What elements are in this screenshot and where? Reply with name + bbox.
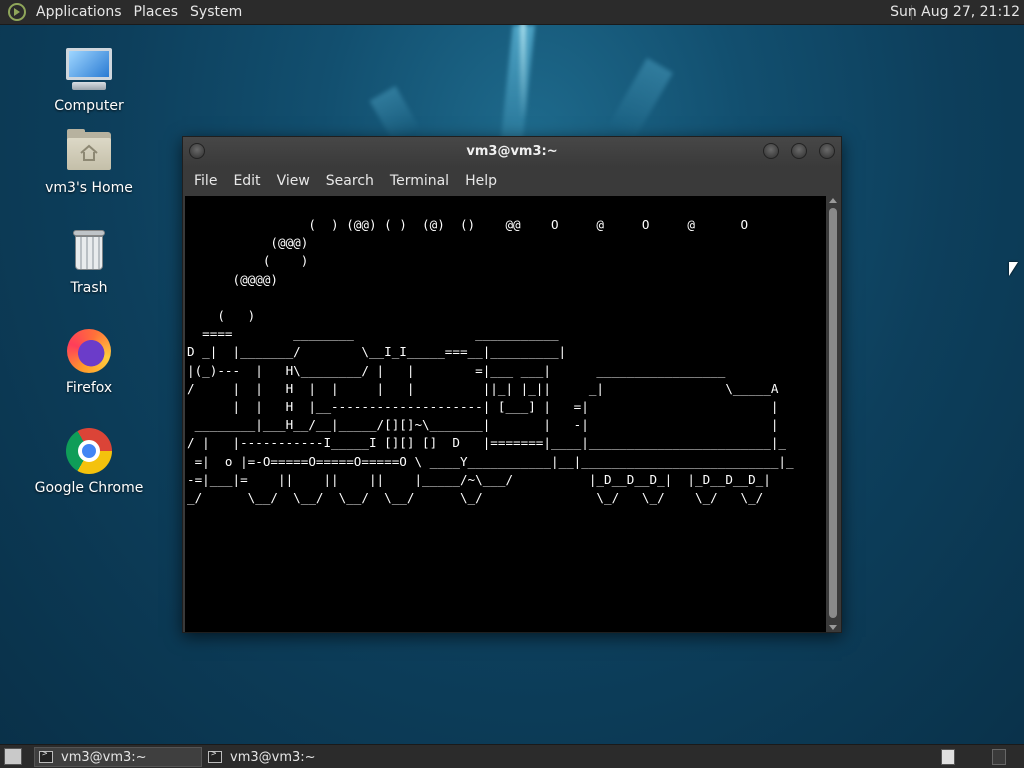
workspace-switcher-1[interactable]	[941, 749, 955, 765]
menu-places[interactable]: Places	[130, 4, 187, 20]
taskbar-item-terminal[interactable]: vm3@vm3:~	[34, 747, 202, 767]
desktop-icon-label: Firefox	[65, 380, 113, 396]
workspace-switcher-2[interactable]	[992, 749, 1006, 765]
terminal-output-area[interactable]: ( ) (@@) ( ) (@) () @@ O @ O @ O (@@@) (…	[185, 196, 827, 632]
minimize-button[interactable]	[763, 143, 779, 159]
trash-icon	[64, 226, 114, 276]
show-desktop-button[interactable]	[4, 748, 22, 765]
close-button[interactable]	[819, 143, 835, 159]
scroll-down-arrow-icon[interactable]	[829, 625, 837, 630]
terminal-window[interactable]: vm3@vm3:~ File Edit View Search Terminal…	[182, 136, 842, 633]
terminal-icon	[208, 749, 222, 763]
maximize-button[interactable]	[791, 143, 807, 159]
menu-help[interactable]: Help	[457, 173, 505, 189]
desktop-icon-computer[interactable]: Computer	[29, 44, 149, 114]
menu-search[interactable]: Search	[318, 173, 382, 189]
scrollbar-thumb[interactable]	[829, 208, 837, 618]
menu-edit[interactable]: Edit	[225, 173, 268, 189]
clock[interactable]: Sun Aug 27, 21:12	[890, 4, 1020, 20]
desktop-icon-label: Trash	[70, 280, 108, 296]
taskbar-item-label: vm3@vm3:~	[230, 749, 316, 765]
taskbar-item-terminal[interactable]: vm3@vm3:~	[204, 747, 372, 767]
mouse-cursor-icon	[1009, 262, 1018, 276]
taskbar-item-label: vm3@vm3:~	[61, 749, 147, 765]
desktop-icon-label: vm3's Home	[45, 180, 133, 196]
desktop-icon-firefox[interactable]: Firefox	[29, 326, 149, 396]
desktop-icon-chrome[interactable]: Google Chrome	[29, 426, 149, 496]
desktop-icon-trash[interactable]: Trash	[29, 226, 149, 296]
window-title: vm3@vm3:~	[466, 144, 558, 159]
scroll-up-arrow-icon[interactable]	[829, 198, 837, 203]
terminal-menubar: File Edit View Search Terminal Help	[183, 167, 841, 195]
computer-icon	[64, 44, 114, 94]
terminal-output: ( ) (@@) ( ) (@) () @@ O @ O @ O (@@@) (…	[187, 217, 794, 506]
home-folder-icon	[64, 126, 114, 176]
menu-terminal[interactable]: Terminal	[382, 173, 457, 189]
terminal-icon	[39, 749, 53, 763]
top-panel: Applications Places System Sun Aug 27, 2…	[0, 0, 1024, 25]
window-titlebar[interactable]: vm3@vm3:~	[183, 137, 841, 167]
chrome-icon	[64, 426, 114, 476]
desktop-icon-label: Google Chrome	[34, 480, 144, 496]
wallpaper-light-beam	[607, 57, 673, 143]
desktop-icon-label: Computer	[54, 98, 124, 114]
menu-file[interactable]: File	[186, 173, 225, 189]
desktop-icon-home[interactable]: vm3's Home	[29, 126, 149, 196]
menu-system[interactable]: System	[186, 4, 250, 20]
menu-view[interactable]: View	[269, 173, 318, 189]
mate-logo-icon[interactable]	[8, 3, 26, 21]
menu-applications[interactable]: Applications	[32, 4, 130, 20]
terminal-scrollbar[interactable]	[826, 196, 840, 632]
firefox-icon	[64, 326, 114, 376]
bottom-panel: vm3@vm3:~ vm3@vm3:~	[0, 744, 1024, 768]
